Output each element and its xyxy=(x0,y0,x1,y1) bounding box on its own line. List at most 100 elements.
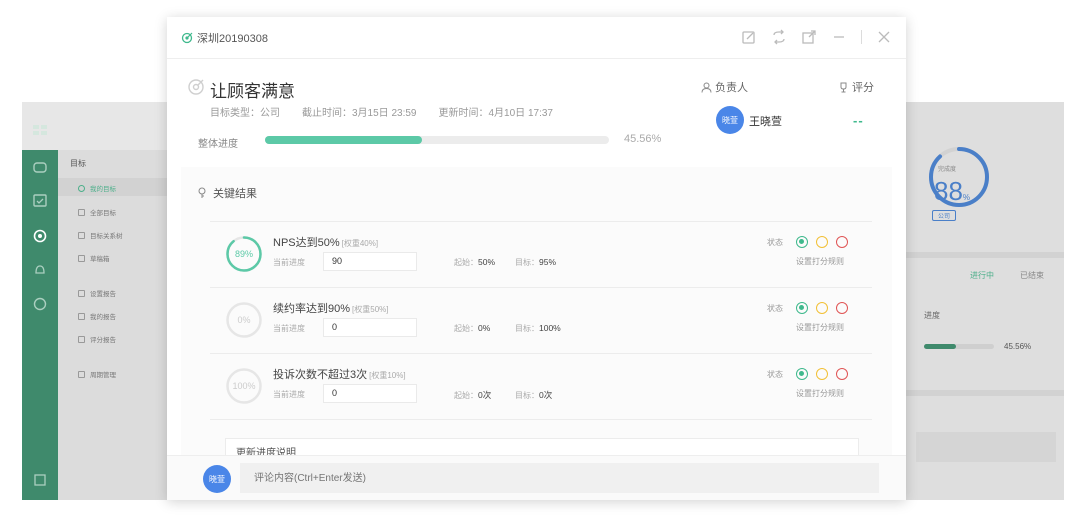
key-result-weight: [权重50%] xyxy=(352,305,389,314)
update-note-title: 更新进度说明 xyxy=(236,448,296,455)
target-icon xyxy=(78,184,85,192)
owner-name: 王晓萱 xyxy=(749,116,782,128)
draft-icon xyxy=(78,254,85,262)
score-value[interactable]: -- xyxy=(853,113,864,128)
goal-detail-modal: 深圳20190308 让顾客满意 目标类型：公司 截止时间：3月15日 23:5… xyxy=(167,17,906,500)
avatar: 晓萱 xyxy=(203,465,231,493)
owner-label: 负责人 xyxy=(701,79,748,95)
comment-footer: 晓萱 xyxy=(167,455,906,500)
sidebar-item-my-reports[interactable]: 我的报告 xyxy=(78,311,116,321)
sidebar-item-cycle-management[interactable]: 周期管理 xyxy=(78,369,116,379)
goal-title: 让顾客满意 xyxy=(210,82,295,101)
sidebar-title: 目标 xyxy=(70,159,86,168)
status-red-radio[interactable] xyxy=(836,368,848,380)
divider xyxy=(906,252,1064,258)
sidebar-item-all-goals[interactable]: 全部目标 xyxy=(78,207,116,217)
key-result-start: 起始：50% xyxy=(454,257,496,267)
placeholder-box xyxy=(916,432,1056,462)
status-yellow-radio[interactable] xyxy=(816,368,828,380)
sidebar-item-my-goals[interactable]: 我的目标 xyxy=(78,183,116,193)
overall-progress-bar xyxy=(265,136,609,144)
status-selector xyxy=(796,302,848,314)
background-detail-panel: 完成度 88% 公司 进行中 已结束 进度 45.56% xyxy=(906,102,1064,500)
app-rail xyxy=(22,125,58,500)
status-red-radio[interactable] xyxy=(836,302,848,314)
sidebar-item-goal-tree[interactable]: 目标关系树 xyxy=(78,230,123,240)
key-result-name: 续约率达到90% [权重50%] xyxy=(273,303,389,315)
update-note-box[interactable]: 更新进度说明 xyxy=(225,438,859,455)
key-result-start: 起始：0% xyxy=(454,323,491,333)
report-icon xyxy=(78,289,85,297)
current-progress-label: 当前进度 xyxy=(273,258,305,267)
bell-icon[interactable] xyxy=(32,262,48,278)
tab-in-progress[interactable]: 进行中 xyxy=(970,270,994,281)
cycle-icon xyxy=(78,370,85,378)
status-selector xyxy=(796,368,848,380)
overall-progress-label: 整体进度 xyxy=(198,139,238,150)
goal-type: 目标类型：公司 xyxy=(210,108,280,119)
status-red-radio[interactable] xyxy=(836,236,848,248)
score-label: 评分 xyxy=(838,79,874,95)
comment-input[interactable] xyxy=(240,463,879,493)
status-label: 状态 xyxy=(767,238,783,247)
chat-icon[interactable] xyxy=(32,160,48,176)
status-yellow-radio[interactable] xyxy=(816,302,828,314)
key-result-percent: 89% xyxy=(234,249,253,259)
edit-icon[interactable] xyxy=(741,29,757,45)
goal-deadline: 截止时间：3月15日 23:59 xyxy=(302,108,417,119)
minimize-icon[interactable] xyxy=(831,29,847,45)
close-icon[interactable] xyxy=(876,29,892,45)
set-scoring-rule-link[interactable]: 设置打分规则 xyxy=(796,388,844,399)
target-icon xyxy=(188,79,204,95)
status-green-radio[interactable] xyxy=(796,302,808,314)
key-result-percent: 100% xyxy=(232,381,256,391)
key-result-percent: 0% xyxy=(237,315,251,325)
window-controls xyxy=(741,29,892,45)
modal-titlebar: 深圳20190308 xyxy=(167,17,906,59)
status-label: 状态 xyxy=(767,370,783,379)
window-title: 深圳20190308 xyxy=(181,30,268,46)
trophy-icon xyxy=(840,82,847,92)
tab-finished[interactable]: 已结束 xyxy=(1020,270,1044,281)
set-scoring-rule-link[interactable]: 设置打分规则 xyxy=(796,256,844,267)
exit-icon[interactable] xyxy=(32,472,48,488)
progress-label: 进度 xyxy=(924,311,940,320)
sidebar-item-score-reports[interactable]: 评分报告 xyxy=(78,334,116,344)
key-result-name: NPS达到50% [权重40%] xyxy=(273,237,379,249)
status-green-radio[interactable] xyxy=(796,368,808,380)
current-progress-input[interactable]: 0 xyxy=(323,384,417,403)
sidebar-item-drafts[interactable]: 草稿箱 xyxy=(78,253,110,263)
key-result-row[interactable]: 0% 续约率达到90% [权重50%] 当前进度 0 起始：0% 目标：100% … xyxy=(210,288,872,354)
goal-updated: 更新时间：4月10日 17:37 xyxy=(438,108,554,119)
report-icon xyxy=(78,312,85,320)
progress-bar-fill xyxy=(924,344,956,349)
target-icon[interactable] xyxy=(32,228,48,244)
list-icon xyxy=(78,208,85,216)
calendar-icon[interactable] xyxy=(32,192,48,208)
key-result-row[interactable]: 100% 投诉次数不超过3次 [权重10%] 当前进度 0 起始：0次 目标：0次… xyxy=(210,354,872,420)
goal-sidebar: 目标 我的目标 全部目标 目标关系树 草稿箱 设置报告 我的报告 评分报告 周期… xyxy=(58,150,168,500)
key-result-name: 投诉次数不超过3次 [权重10%] xyxy=(273,369,406,381)
refresh-icon[interactable] xyxy=(771,29,787,45)
key-result-weight: [权重40%] xyxy=(341,239,379,248)
key-result-row[interactable]: 89% NPS达到50% [权重40%] 当前进度 90 起始：50% 目标：95… xyxy=(210,222,872,288)
share-icon[interactable] xyxy=(801,29,817,45)
status-selector xyxy=(796,236,848,248)
current-progress-label: 当前进度 xyxy=(273,324,305,333)
divider xyxy=(906,390,1064,396)
grid-icon[interactable] xyxy=(32,122,48,138)
current-progress-input[interactable]: 0 xyxy=(323,318,417,337)
compass-icon[interactable] xyxy=(32,296,48,312)
progress-value: 45.56% xyxy=(1004,342,1032,351)
overall-progress-value: 45.56% xyxy=(624,133,662,145)
tree-icon xyxy=(78,231,85,239)
separator xyxy=(861,30,862,44)
current-progress-input[interactable]: 90 xyxy=(323,252,417,271)
report-icon xyxy=(78,335,85,343)
avatar[interactable]: 晓萱 xyxy=(716,106,744,134)
sidebar-item-report-settings[interactable]: 设置报告 xyxy=(78,288,116,298)
goal-type-badge: 公司 xyxy=(932,210,957,221)
set-scoring-rule-link[interactable]: 设置打分规则 xyxy=(796,322,844,333)
status-green-radio[interactable] xyxy=(796,236,808,248)
status-yellow-radio[interactable] xyxy=(816,236,828,248)
